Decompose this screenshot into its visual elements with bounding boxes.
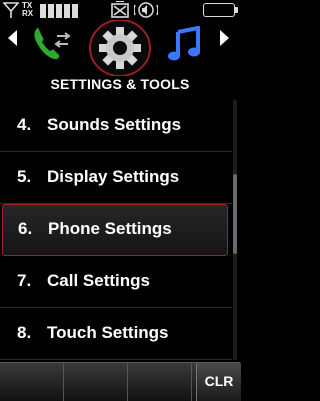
phone-transfer-icon[interactable] bbox=[32, 26, 72, 62]
signal-icon bbox=[3, 2, 19, 18]
battery-icon bbox=[203, 3, 238, 17]
menu-item-label: Sounds Settings bbox=[47, 115, 182, 134]
settings-menu-list: 4. Sounds Settings 5. Display Settings 6… bbox=[0, 100, 232, 360]
menu-item-number: 6. bbox=[18, 219, 33, 238]
softkey-bar: CLR bbox=[0, 362, 241, 401]
menu-item-label: Call Settings bbox=[47, 271, 150, 290]
menu-item-label: Phone Settings bbox=[48, 219, 172, 238]
menu-item-sounds-settings[interactable]: 4. Sounds Settings bbox=[0, 100, 232, 152]
menu-item-phone-settings[interactable]: 6. Phone Settings bbox=[2, 204, 228, 256]
left-arrow-icon[interactable] bbox=[8, 30, 17, 46]
page-title: SETTINGS & TOOLS bbox=[50, 76, 190, 92]
signal-bars-icon bbox=[40, 4, 78, 18]
menu-item-number: 4. bbox=[17, 115, 32, 134]
menu-item-number: 7. bbox=[17, 271, 32, 290]
status-bar: TX RX bbox=[0, 0, 240, 22]
menu-item-label: Display Settings bbox=[47, 167, 180, 186]
menu-item-number: 8. bbox=[17, 323, 32, 342]
category-carousel bbox=[0, 20, 240, 76]
alarm-icon bbox=[111, 0, 129, 18]
clr-button-label: CLR bbox=[204, 373, 234, 389]
status-center-icons bbox=[110, 0, 160, 19]
softkey-3[interactable] bbox=[128, 363, 192, 401]
menu-item-call-settings[interactable]: 7. Call Settings bbox=[0, 256, 232, 308]
rx-label: RX bbox=[22, 9, 34, 18]
music-note-icon[interactable] bbox=[166, 26, 202, 62]
gear-icon[interactable] bbox=[88, 20, 152, 76]
menu-item-display-settings[interactable]: 5. Display Settings bbox=[0, 152, 232, 204]
right-arrow-icon[interactable] bbox=[220, 30, 229, 46]
softkey-2[interactable] bbox=[64, 363, 128, 401]
menu-item-touch-settings[interactable]: 8. Touch Settings bbox=[0, 308, 232, 360]
scrollbar-thumb[interactable] bbox=[233, 174, 237, 254]
menu-item-number: 5. bbox=[17, 167, 32, 186]
menu-item-label: Touch Settings bbox=[47, 323, 169, 342]
softkey-1[interactable] bbox=[0, 363, 64, 401]
clr-button[interactable]: CLR bbox=[196, 363, 241, 401]
tx-rx-icon: TX RX bbox=[22, 2, 33, 18]
sound-icon bbox=[133, 2, 160, 18]
